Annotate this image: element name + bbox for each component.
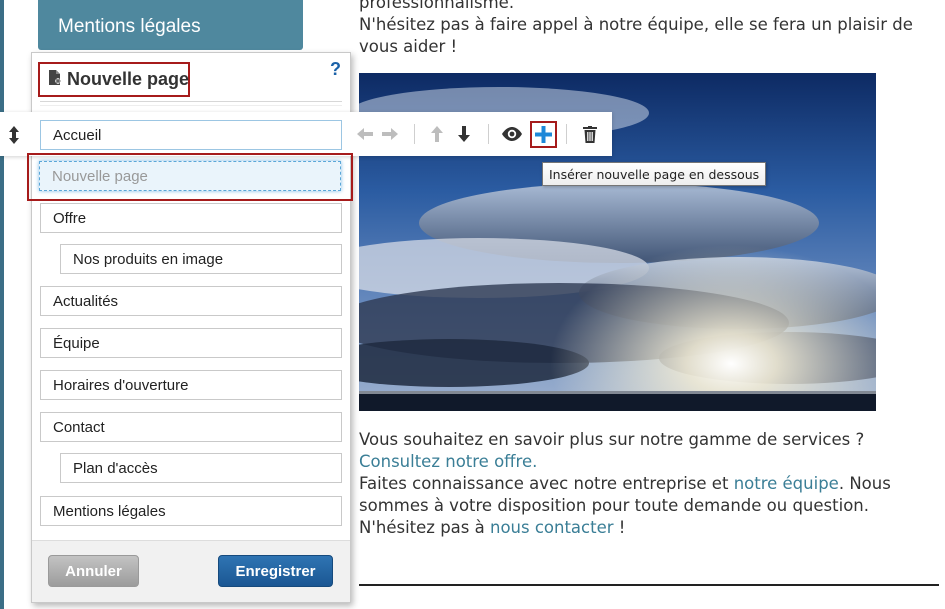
panel-title-box: Nouvelle page [38,62,190,97]
content-p3-end: ! [613,518,626,537]
page-label: Plan d'accès [73,459,158,477]
content-line-1: professionnalisme. [359,0,515,12]
new-document-icon [46,69,64,92]
page-item-actualites[interactable]: Actualités [40,286,342,316]
page-item-nos-produits[interactable]: Nos produits en image [60,244,342,274]
page-label: Mentions légales [53,502,166,520]
arrow-down-icon[interactable] [455,120,473,148]
arrow-right-icon[interactable] [380,120,400,148]
help-icon[interactable]: ? [330,59,341,80]
link-contact[interactable]: nous contacter [490,518,614,537]
content-intro: professionnalisme. N'hésitez pas à faire… [359,0,944,58]
plus-icon [535,126,552,143]
page-label: Contact [53,418,105,436]
page-label: Actualités [53,292,119,310]
accueil-value: Accueil [53,126,102,144]
trash-icon[interactable] [580,120,600,148]
content-line-2: N'hésitez pas à faire appel à notre équi… [359,15,913,56]
page-item-offre[interactable]: Offre [40,203,342,233]
toolbar-separator [414,124,415,144]
arrow-up-icon[interactable] [428,120,446,148]
content-question: Vous souhaitez en savoir plus sur notre … [359,430,865,449]
link-equipe[interactable]: notre équipe [734,474,839,493]
link-offre[interactable]: Consultez notre offre. [359,452,537,471]
content-p3-start: N'hésitez pas à [359,518,490,537]
content-services: Vous souhaitez en savoir plus sur notre … [359,429,929,539]
page-item-mentions-legales[interactable]: Mentions légales [40,496,342,526]
page-item-equipe[interactable]: Équipe [40,328,342,358]
left-edge-strip [0,0,4,609]
cancel-button[interactable]: Annuler [48,555,139,587]
panel-divider-2 [40,105,342,106]
toolbar-separator [566,124,567,144]
content-divider [359,584,939,586]
panel-divider [40,101,342,102]
toolbar-separator [488,124,489,144]
page-label: Offre [53,209,87,227]
nav-mentions-legales[interactable]: Mentions légales [38,0,303,50]
insert-page-below-button[interactable] [530,121,557,148]
arrow-left-icon[interactable] [355,120,375,148]
page-item-contact[interactable]: Contact [40,412,342,442]
nav-mentions-label: Mentions légales [58,16,201,37]
page-item-horaires[interactable]: Horaires d'ouverture [40,370,342,400]
page-label: Nos produits en image [73,250,224,268]
new-page-input[interactable]: Nouvelle page [39,161,341,191]
new-page-highlight: Nouvelle page [27,153,353,201]
page-item-plan-acces[interactable]: Plan d'accès [60,453,342,483]
save-button[interactable]: Enregistrer [218,555,333,587]
tooltip-insert-page: Insérer nouvelle page en dessous [542,162,767,186]
new-page-placeholder: Nouvelle page [52,167,148,185]
updown-arrows-icon[interactable] [8,126,20,146]
page-label: Horaires d'ouverture [53,376,189,394]
eye-icon[interactable] [500,120,524,148]
panel-title: Nouvelle page [67,69,190,89]
content-p2-start: Faites connaissance avec notre entrepris… [359,474,734,493]
accueil-input[interactable]: Accueil [40,120,342,150]
page-label: Équipe [53,334,100,352]
